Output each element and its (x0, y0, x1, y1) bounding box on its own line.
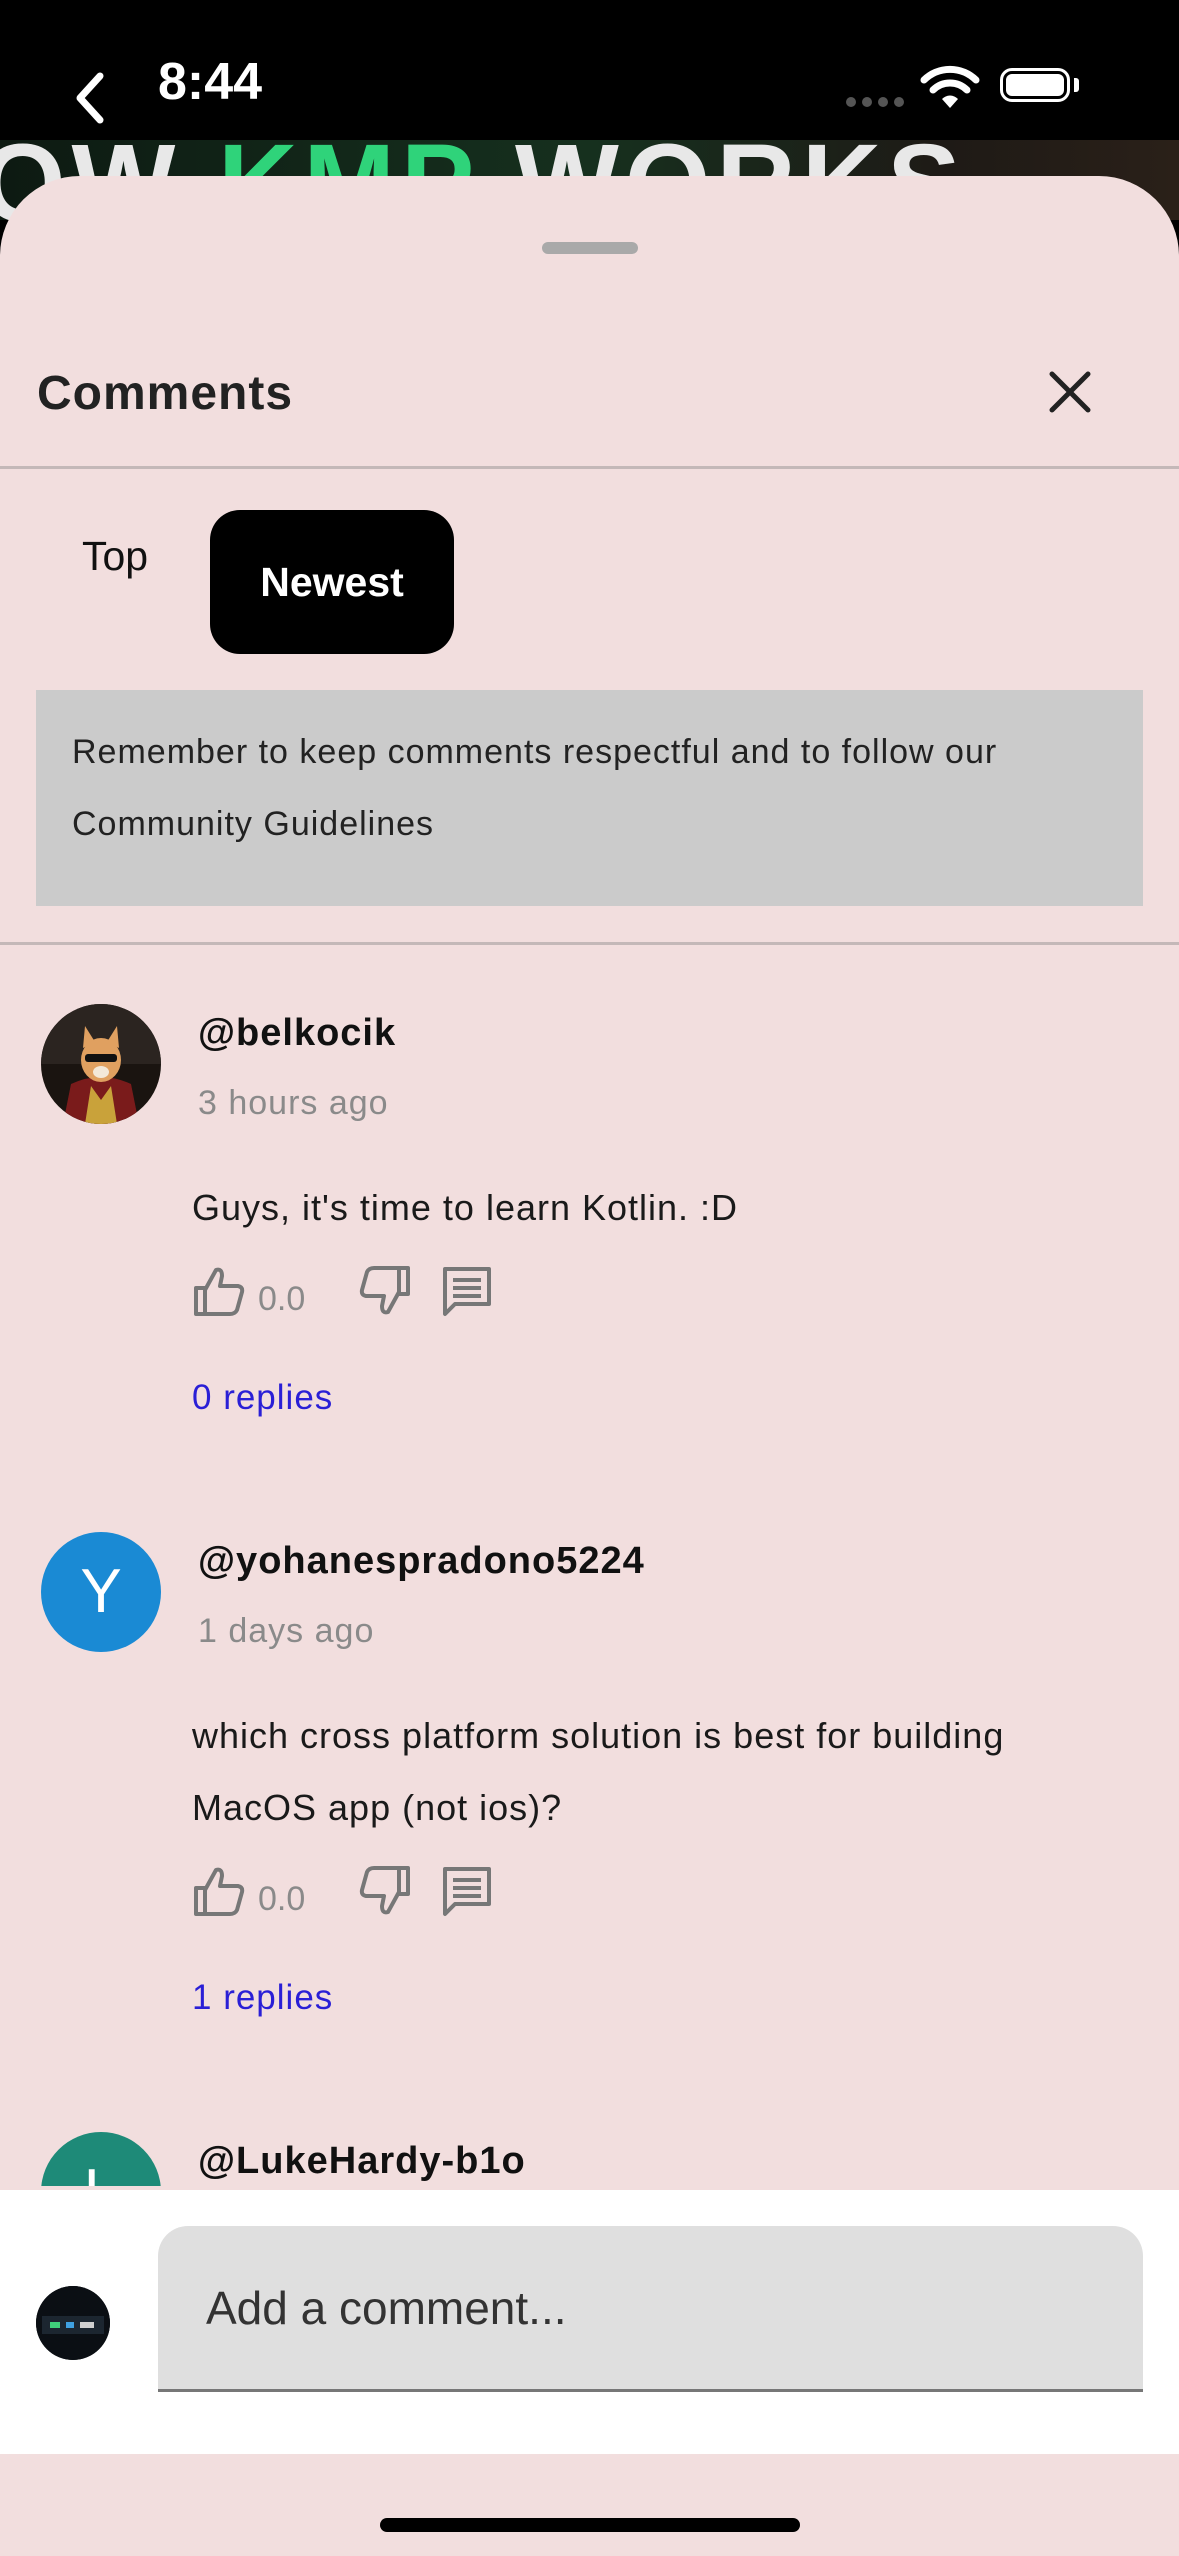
like-count: 0.0 (258, 1880, 306, 1918)
thumbs-up-icon[interactable] (192, 1864, 246, 1918)
tab-top[interactable]: Top (50, 511, 180, 601)
comment-author[interactable]: @LukeHardy-b1o (198, 2140, 526, 2183)
comment-text: Guys, it's time to learn Kotlin. :D (192, 1187, 739, 1228)
back-chevron-icon[interactable] (70, 68, 110, 128)
wifi-icon (920, 65, 980, 108)
cat-avatar-icon (41, 1004, 161, 1124)
avatar[interactable]: Y (41, 1532, 161, 1652)
reply-icon[interactable] (440, 1864, 494, 1918)
comment-time: 3 hours ago (198, 1084, 389, 1122)
status-time: 8:44 (158, 53, 263, 111)
avatar-letter: L (41, 2132, 161, 2186)
comment-author[interactable]: @yohanespradono5224 (198, 1540, 645, 1583)
community-notice: Remember to keep comments respectful and… (36, 690, 1143, 906)
avatar[interactable] (41, 1004, 161, 1124)
comment-text: which cross platform solution is best fo… (192, 1715, 1005, 1828)
thumbs-up-icon[interactable] (192, 1264, 246, 1318)
avatar[interactable]: L (41, 2132, 161, 2186)
drag-handle[interactable] (542, 242, 638, 254)
user-avatar[interactable] (36, 2286, 110, 2360)
notice-divider (0, 942, 1179, 945)
comment-input-bar (0, 2190, 1179, 2454)
thumbs-down-icon[interactable] (358, 1864, 412, 1918)
comment-author[interactable]: @belkocik (198, 1012, 396, 1055)
signal-icon (846, 94, 910, 112)
reply-icon[interactable] (440, 1264, 494, 1318)
comment-time: 1 days ago (198, 1612, 375, 1650)
battery-cap (1074, 78, 1079, 92)
like-count: 0.0 (258, 1280, 306, 1318)
status-bar: 8:44 (0, 0, 1179, 150)
comment-input[interactable] (158, 2226, 1143, 2392)
battery-icon (1000, 68, 1070, 102)
header-divider (0, 466, 1179, 469)
tab-newest[interactable]: Newest (210, 510, 454, 654)
replies-link[interactable]: 0 replies (192, 1378, 333, 1418)
sheet-title: Comments (37, 367, 294, 420)
avatar-letter: Y (80, 1557, 122, 1626)
comment-item: L @LukeHardy-b1o (0, 2124, 1179, 2186)
replies-link[interactable]: 1 replies (192, 1978, 333, 2018)
user-avatar-icon (36, 2286, 110, 2360)
thumbs-down-icon[interactable] (358, 1264, 412, 1318)
close-icon[interactable] (1040, 362, 1100, 422)
home-indicator[interactable] (380, 2518, 800, 2532)
